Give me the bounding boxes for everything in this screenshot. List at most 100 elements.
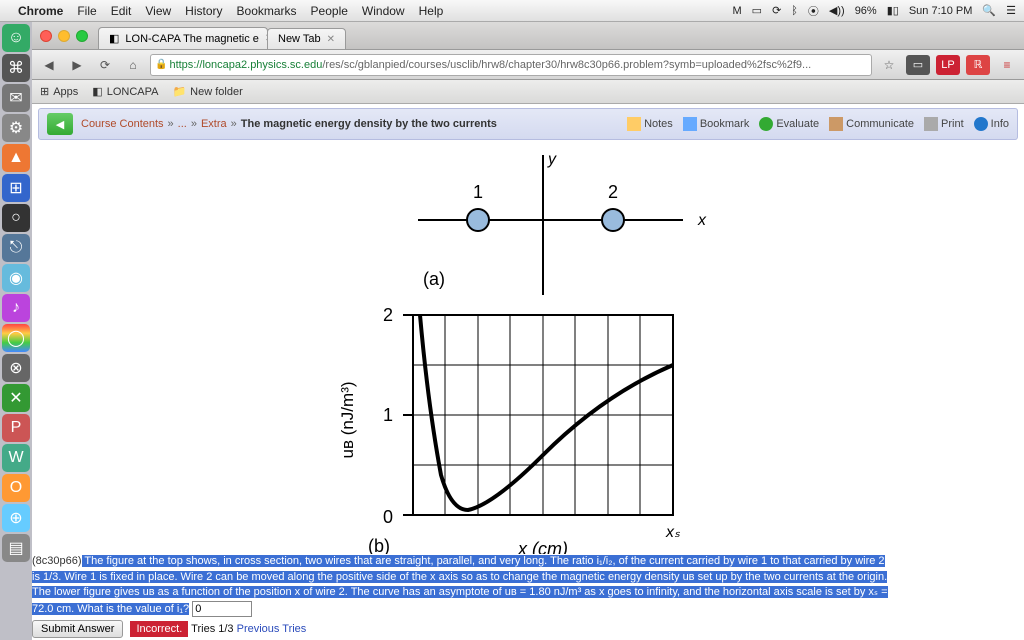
url-bar[interactable]: 🔒 https://loncapa2.physics.sc.edu/res/sc… — [150, 54, 872, 76]
menu-history[interactable]: History — [185, 4, 222, 18]
bookmark-button[interactable]: Bookmark — [683, 117, 750, 131]
answer-input[interactable] — [192, 601, 252, 617]
back-button[interactable]: ◀ — [38, 54, 60, 76]
apps-button[interactable]: ⊞Apps — [40, 85, 78, 98]
zoom-window-icon[interactable] — [76, 30, 88, 42]
volume-icon[interactable]: ◀)) — [829, 4, 845, 17]
evaluate-button[interactable]: Evaluate — [759, 117, 819, 131]
app-icon[interactable]: ⌘ — [2, 54, 30, 82]
browser-toolbar: ◀ ▶ ⟳ ⌂ 🔒 https://loncapa2.physics.sc.ed… — [32, 50, 1024, 80]
info-icon — [974, 117, 988, 131]
svg-text:(a): (a) — [423, 269, 445, 289]
mail-icon[interactable]: M — [732, 5, 741, 17]
svg-text:0: 0 — [383, 507, 393, 527]
app-icon[interactable]: ✕ — [2, 384, 30, 412]
favicon-icon: ◧ — [109, 32, 119, 45]
tab-bar: ◧ LON-CAPA The magnetic e ✕ New Tab ✕ — [32, 22, 1024, 50]
minimize-window-icon[interactable] — [58, 30, 70, 42]
menu-extra-icon[interactable]: ☰ — [1006, 4, 1016, 17]
svg-text:uʙ (nJ/m³): uʙ (nJ/m³) — [338, 381, 357, 458]
app-icon[interactable]: O — [2, 474, 30, 502]
app-icon[interactable]: ⊞ — [2, 174, 30, 202]
browser-window: ◧ LON-CAPA The magnetic e ✕ New Tab ✕ ◀ … — [32, 22, 1024, 640]
chrome-icon[interactable]: ◯ — [2, 324, 30, 352]
crumb-contents[interactable]: Course Contents — [81, 118, 164, 130]
svg-text:1: 1 — [383, 405, 393, 425]
app-icon[interactable]: ⊕ — [2, 504, 30, 532]
app-icon[interactable]: ✉ — [2, 84, 30, 112]
print-button[interactable]: Print — [924, 117, 964, 131]
svg-text:2: 2 — [608, 182, 618, 202]
communicate-button[interactable]: Communicate — [829, 117, 914, 131]
menu-help[interactable]: Help — [419, 4, 444, 18]
app-icon[interactable]: P — [2, 414, 30, 442]
chrome-menu-icon[interactable]: ≡ — [996, 54, 1018, 76]
lastpass-icon[interactable]: LP — [936, 55, 960, 75]
app-icon[interactable]: ▲ — [2, 144, 30, 172]
app-icon[interactable]: W — [2, 444, 30, 472]
info-button[interactable]: Info — [974, 117, 1009, 131]
lock-icon: 🔒 — [155, 59, 167, 70]
menu-people[interactable]: People — [311, 4, 348, 18]
menu-view[interactable]: View — [145, 4, 171, 18]
url-host: loncapa2.physics.sc.edu — [202, 59, 322, 71]
wifi-icon[interactable]: ⦿ — [808, 3, 819, 19]
back-nav-button[interactable]: ◀ — [47, 113, 73, 135]
page-content: ◀ Course Contents » ... » Extra » The ma… — [32, 104, 1024, 640]
itunes-icon[interactable]: ♪ — [2, 294, 30, 322]
forward-button[interactable]: ▶ — [66, 54, 88, 76]
menu-window[interactable]: Window — [362, 4, 405, 18]
app-icon[interactable]: ◉ — [2, 264, 30, 292]
menu-app[interactable]: Chrome — [18, 4, 63, 18]
spotlight-icon[interactable]: 🔍 — [982, 4, 996, 17]
bluetooth-icon[interactable]: ᛒ — [791, 5, 798, 17]
svg-text:1: 1 — [473, 182, 483, 202]
reload-button[interactable]: ⟳ — [94, 54, 116, 76]
folder-icon: 📁 — [172, 85, 186, 98]
bookmarks-bar: ⊞Apps ◧LONCAPA 📁New folder — [32, 80, 1024, 104]
problem-line1: The figure at the top shows, in cross se… — [82, 555, 885, 567]
close-window-icon[interactable] — [40, 30, 52, 42]
battery-percent: 96% — [855, 5, 877, 17]
app-icon[interactable]: ○ — [2, 204, 30, 232]
close-tab-icon[interactable]: ✕ — [327, 34, 335, 45]
app-icon[interactable]: ⊗ — [2, 354, 30, 382]
display-icon[interactable]: ▭ — [752, 4, 762, 17]
bookmark-loncapa[interactable]: ◧LONCAPA — [92, 85, 158, 98]
clock[interactable]: Sun 7:10 PM — [909, 5, 973, 17]
menu-file[interactable]: File — [77, 4, 96, 18]
breadcrumb: ◀ Course Contents » ... » Extra » The ma… — [38, 108, 1018, 140]
tab-new[interactable]: New Tab ✕ — [267, 28, 346, 49]
app-icon[interactable]: ▤ — [2, 534, 30, 562]
ext-icon[interactable]: ▭ — [906, 55, 930, 75]
sync-icon[interactable]: ⟳ — [772, 4, 781, 17]
bookmark-folder[interactable]: 📁New folder — [172, 85, 242, 98]
app-icon[interactable]: ⎋ — [2, 234, 30, 262]
previous-tries-link[interactable]: Previous Tries — [237, 623, 307, 635]
crumb-dots[interactable]: ... — [178, 118, 187, 130]
evaluate-icon — [759, 117, 773, 131]
page-title: The magnetic energy density by the two c… — [241, 118, 497, 130]
menu-bookmarks[interactable]: Bookmarks — [237, 4, 297, 18]
notes-button[interactable]: Notes — [627, 117, 673, 131]
problem-line2: is 1/3. Wire 1 is fixed in place. Wire 2… — [32, 571, 887, 583]
tab-loncapa[interactable]: ◧ LON-CAPA The magnetic e ✕ — [98, 27, 268, 49]
dock: ☺ ⌘ ✉ ⚙ ▲ ⊞ ○ ⎋ ◉ ♪ ◯ ⊗ ✕ P W O ⊕ ▤ — [0, 22, 32, 640]
ext-icon[interactable]: ℝ — [966, 55, 990, 75]
crumb-extra[interactable]: Extra — [201, 118, 227, 130]
finder-icon[interactable]: ☺ — [2, 24, 30, 52]
star-icon[interactable]: ☆ — [878, 54, 900, 76]
problem-code: (8c30p66) — [32, 555, 82, 567]
bookmark-icon — [683, 117, 697, 131]
menu-edit[interactable]: Edit — [111, 4, 132, 18]
macos-menubar: Chrome File Edit View History Bookmarks … — [0, 0, 1024, 22]
app-icon[interactable]: ⚙ — [2, 114, 30, 142]
submit-answer-button[interactable]: Submit Answer — [32, 620, 123, 638]
home-button[interactable]: ⌂ — [122, 54, 144, 76]
battery-icon: ▮▯ — [887, 4, 899, 17]
figure-b-chart: 2 1 0 xₛ uʙ (nJ/m³) x (cm) (b) — [298, 300, 758, 560]
tab-label: LON-CAPA The magnetic e — [125, 33, 259, 45]
problem-line3: The lower figure gives uʙ as a function … — [32, 586, 888, 598]
problem-text: (8c30p66) The figure at the top shows, i… — [32, 554, 1024, 640]
svg-text:xₛ: xₛ — [665, 524, 681, 541]
